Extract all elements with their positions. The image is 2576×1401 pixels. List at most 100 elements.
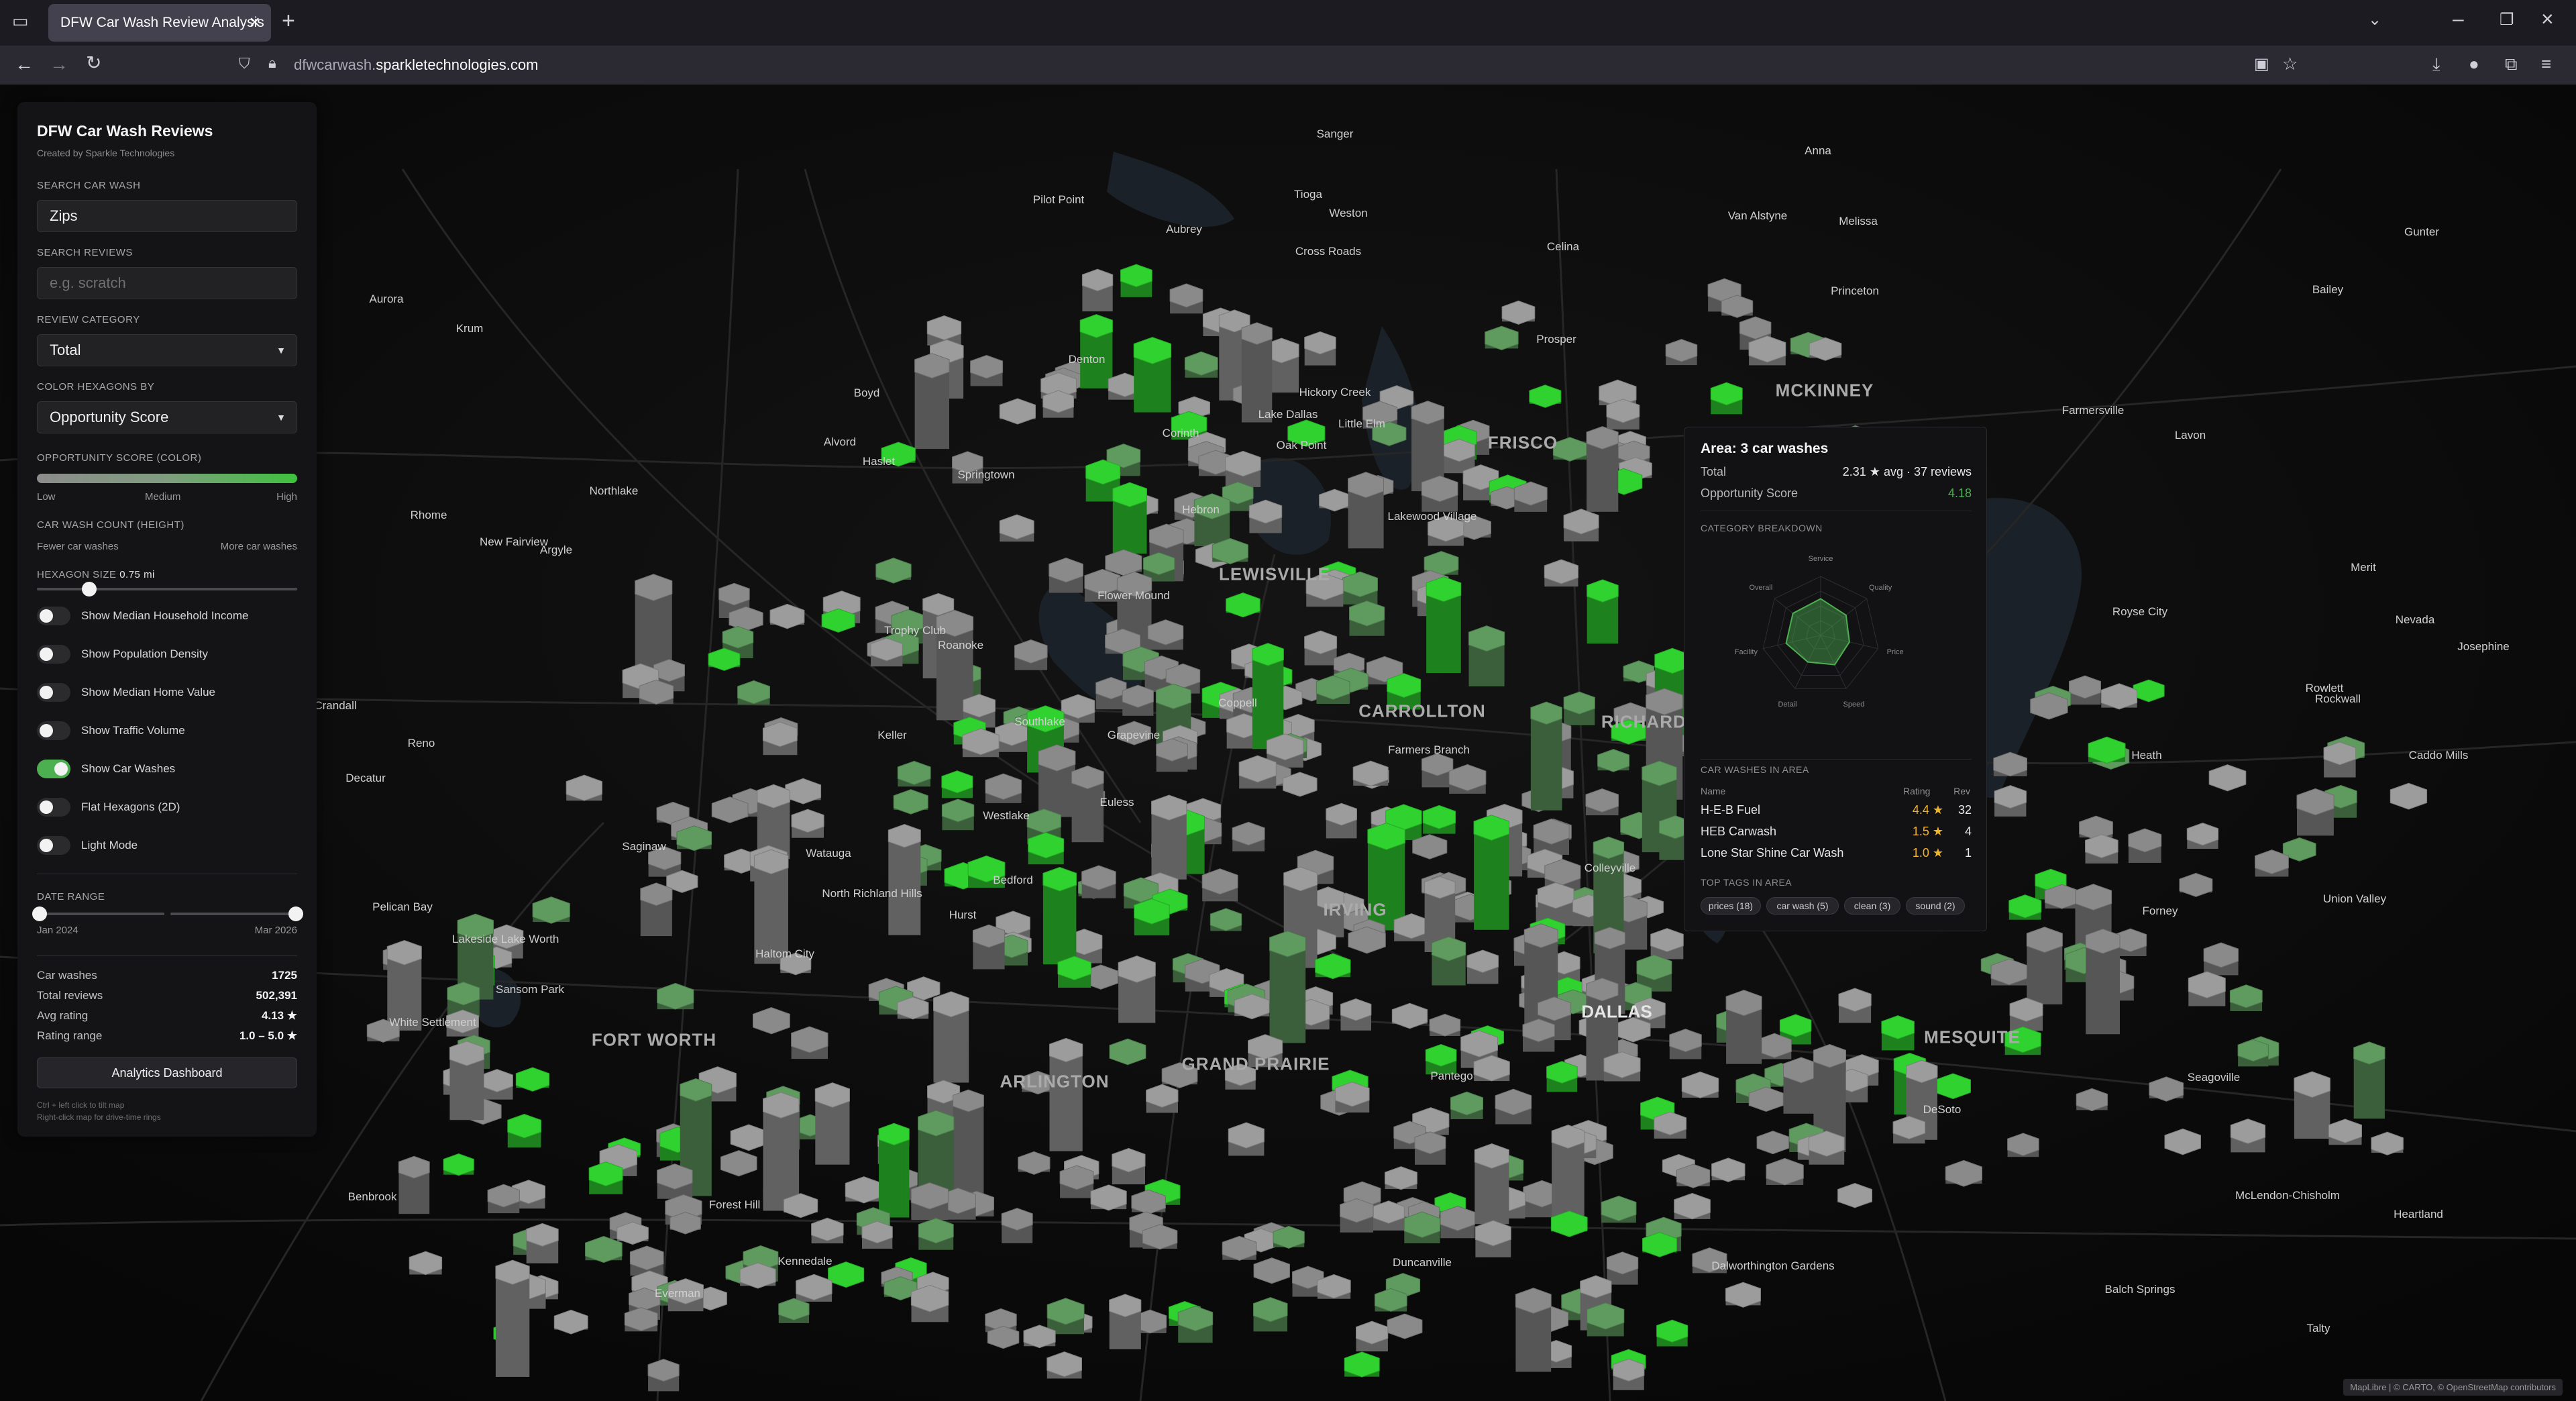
search-reviews-input[interactable] <box>37 267 297 299</box>
toggle-row[interactable]: Show Median Household Income <box>37 605 299 628</box>
hexagon-side <box>1552 1137 1585 1221</box>
date-start-thumb[interactable] <box>32 906 47 921</box>
toggle-switch[interactable] <box>37 683 70 702</box>
map-label-town: Melissa <box>1839 215 1878 227</box>
hexagon-column <box>2203 942 2239 976</box>
reader-icon[interactable]: ▣ <box>2254 56 2269 72</box>
map-attribution[interactable]: MapLibre | © CARTO, © OpenStreetMap cont… <box>2343 1379 2563 1396</box>
stat-row: Rating range 1.0 – 5.0 ★ <box>37 1029 297 1045</box>
map-label-town: Keller <box>877 729 907 741</box>
map-label-town: Hickory Creek <box>1299 386 1371 399</box>
toggle-switch[interactable] <box>37 760 70 778</box>
hexagon-column <box>398 1155 430 1214</box>
review-category-value: Total <box>50 342 81 358</box>
toggle-switch[interactable] <box>37 798 70 817</box>
toggle-switch[interactable] <box>37 721 70 740</box>
tag-chip[interactable]: car wash (5) <box>1766 897 1839 915</box>
new-tab-icon[interactable]: + <box>282 9 295 32</box>
hexagon-column <box>1014 639 1048 670</box>
close-window-icon[interactable]: × <box>2541 8 2554 30</box>
date-range-track-right[interactable] <box>170 913 297 915</box>
shield-icon[interactable]: ⛉ <box>239 56 250 71</box>
toggle-row[interactable]: Show Car Washes <box>37 758 299 781</box>
hexagon-column <box>2237 1039 2269 1067</box>
chevron-down-icon: ▼ <box>276 345 286 356</box>
tag-chip[interactable]: clean (3) <box>1844 897 1900 915</box>
hexagon-column <box>763 1092 800 1211</box>
hexagon-column <box>1466 949 1499 984</box>
hex-size-slider-thumb[interactable] <box>81 582 97 596</box>
toggle-switch[interactable] <box>37 607 70 625</box>
hexagon-column <box>1606 1251 1639 1285</box>
map-label-town: Talty <box>2306 1322 2330 1335</box>
toggle-switch[interactable] <box>37 645 70 664</box>
map-label-town: Lakeside <box>451 933 498 945</box>
hexagon-column <box>1809 1130 1845 1165</box>
tag-chip[interactable]: sound (2) <box>1906 897 1965 915</box>
back-icon[interactable]: ← <box>15 55 34 74</box>
hexagon-column <box>953 1089 984 1200</box>
toggle-switch[interactable] <box>37 836 70 855</box>
hexagon-column <box>1081 865 1116 898</box>
date-range-track-left[interactable] <box>37 913 164 915</box>
hexagon-column <box>1448 764 1487 794</box>
map-label-town: White Settlement <box>389 1016 476 1029</box>
lock-icon[interactable]: 🔒︎ <box>268 56 276 70</box>
map-label-town: Benbrook <box>347 1190 397 1203</box>
tag-chip[interactable]: prices (18) <box>1701 897 1761 915</box>
review-category-select[interactable]: Total ▼ <box>37 334 297 366</box>
hex-size-value: 0.75 mi <box>119 569 155 580</box>
hexagon-column <box>933 991 969 1083</box>
hexagon-column <box>1513 481 1548 512</box>
hexagon-column <box>2328 1119 2362 1145</box>
date-end-thumb[interactable] <box>288 906 303 921</box>
hexagon-column <box>1656 1319 1688 1347</box>
map-label-town: Pelican Bay <box>372 900 433 913</box>
toggle-row[interactable]: Show Median Home Value <box>37 682 299 705</box>
hexagon-column <box>1248 499 1283 533</box>
hexagon-column <box>1654 1111 1687 1139</box>
hexagon-column <box>2186 822 2219 849</box>
toggle-row[interactable]: Show Traffic Volume <box>37 720 299 743</box>
extensions-icon[interactable]: ⧉ <box>2505 55 2518 72</box>
map-label-town: Josephine <box>2457 640 2510 653</box>
color-by-select[interactable]: Opportunity Score ▼ <box>37 401 297 433</box>
menu-icon[interactable]: ≡ <box>2541 55 2551 72</box>
hexagon-column <box>1134 898 1170 936</box>
map-label-town: Forest Hill <box>708 1198 761 1211</box>
reload-icon[interactable]: ↻ <box>86 54 101 72</box>
hexagon-column <box>2085 834 2118 864</box>
analytics-dashboard-button[interactable]: Analytics Dashboard <box>37 1057 297 1088</box>
map-canvas[interactable]: FORT WORTH ARLINGTON GRAND PRAIRIE DALLAS ME… <box>0 85 2576 1401</box>
carwashes-in-area-label: CAR WASHES IN AREA <box>1701 764 1809 775</box>
hexagon-column <box>1151 794 1187 880</box>
downloads-icon[interactable]: ⤓ <box>2432 55 2440 72</box>
hexagon-column <box>2188 971 2226 1006</box>
top-tags-label: TOP TAGS IN AREA <box>1701 877 1792 888</box>
url-field[interactable]: dfwcarwash.sparkletechnologies.com <box>294 56 538 74</box>
minimize-icon[interactable]: – <box>2453 9 2464 30</box>
hexagon-column <box>1193 493 1230 546</box>
map-label-town: Rhome <box>410 509 447 521</box>
divider <box>37 955 297 956</box>
hexagon-column <box>1146 1084 1179 1113</box>
forward-icon[interactable]: → <box>50 55 68 74</box>
hexagon-column <box>1495 1088 1532 1125</box>
map-label-town: Aurora <box>369 293 404 305</box>
toggle-row[interactable]: Show Population Density <box>37 643 299 666</box>
search-carwash-input[interactable]: Zips <box>37 200 297 232</box>
toggle-row[interactable]: Flat Hexagons (2D) <box>37 796 299 819</box>
bookmark-star-icon[interactable]: ☆ <box>2282 55 2298 72</box>
active-tab[interactable]: DFW Car Wash Review Analysis × <box>48 4 271 42</box>
toggle-row[interactable]: Light Mode <box>37 835 299 858</box>
map-label-town: Lakewood Village <box>1387 510 1477 523</box>
close-tab-icon[interactable]: × <box>250 11 260 33</box>
hexagon-column <box>1349 601 1385 636</box>
carwash-review-count: 1 <box>1964 846 1972 860</box>
hex-size-slider[interactable] <box>37 588 297 590</box>
restore-icon[interactable]: ❐ <box>2500 12 2514 28</box>
tab-manager-icon[interactable]: ▭ <box>12 12 29 30</box>
tab-list-icon[interactable]: ⌄ <box>2368 12 2381 28</box>
hexagon-column <box>1710 382 1743 415</box>
account-icon[interactable]: ● <box>2469 55 2479 72</box>
